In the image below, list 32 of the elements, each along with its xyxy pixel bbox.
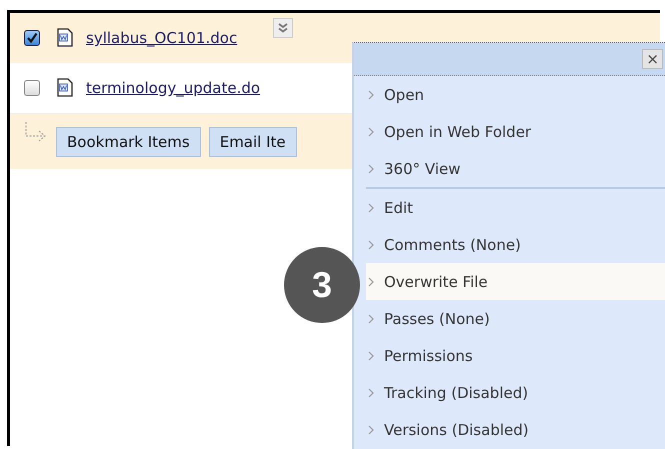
chevron-right-icon (368, 350, 374, 360)
chevron-right-icon (368, 388, 374, 398)
menu-item[interactable]: Tracking (Disabled) (366, 374, 665, 411)
word-document-icon (56, 78, 74, 98)
chevron-right-icon (368, 202, 374, 212)
file-link[interactable]: terminology_update.do (86, 79, 260, 97)
elbow-arrow-icon (24, 122, 48, 144)
menu-item[interactable]: 360° View (366, 150, 665, 187)
menu-item[interactable]: Versions (Disabled) (366, 411, 665, 448)
menu-item[interactable]: Passes (None) (366, 300, 665, 337)
menu-item[interactable]: Open in Web Folder (366, 113, 665, 150)
options-button[interactable] (273, 18, 294, 38)
menu-item[interactable]: Edit (366, 189, 665, 226)
file-link[interactable]: syllabus_OC101.doc (86, 29, 238, 47)
chevron-right-icon (368, 276, 374, 286)
checkbox[interactable] (24, 30, 40, 46)
close-button[interactable]: × (642, 49, 663, 69)
chevron-right-icon (368, 164, 374, 174)
double-chevron-down-icon (277, 22, 290, 34)
chevron-right-icon (368, 424, 374, 434)
checkbox[interactable] (24, 80, 40, 96)
word-document-icon (56, 28, 74, 48)
chevron-right-icon (368, 314, 374, 324)
action-button[interactable]: Email Ite (208, 126, 297, 156)
chevron-right-icon (368, 90, 374, 100)
menu-item[interactable]: Comments (None) (366, 226, 665, 263)
menu-item[interactable]: Permissions (366, 337, 665, 374)
chevron-right-icon (368, 126, 374, 136)
action-button[interactable]: Bookmark Items (56, 126, 201, 156)
chevron-right-icon (368, 240, 374, 250)
menu-item[interactable]: Open (366, 76, 665, 113)
menu-item[interactable]: Overwrite File (366, 263, 665, 300)
